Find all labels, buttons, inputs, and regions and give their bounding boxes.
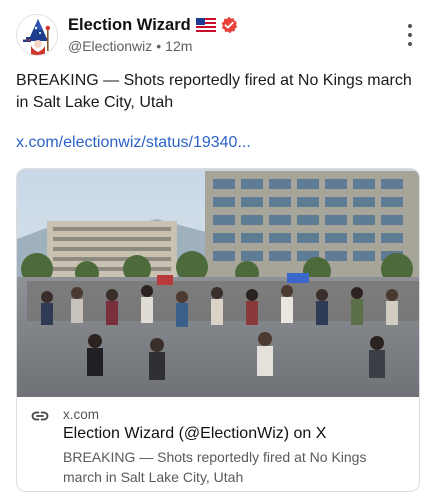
social-post: Election Wizard @Electionwiz • 12m BREAK…: [0, 0, 436, 500]
post-body: BREAKING — Shots reportedly fired at No …: [16, 72, 412, 111]
protest-march-photo[interactable]: [17, 169, 420, 397]
author-handle[interactable]: @Electionwiz: [68, 38, 152, 54]
card-description: BREAKING — Shots reportedly fired at No …: [63, 449, 367, 485]
link-icon: [31, 411, 49, 421]
link-preview-footer: x.com Election Wizard (@ElectionWiz) on …: [17, 397, 419, 491]
card-title[interactable]: Election Wizard (@ElectionWiz) on X: [63, 425, 326, 443]
verified-badge-icon: [221, 16, 237, 34]
more-dot: [408, 42, 412, 46]
author-name-row: Election Wizard: [68, 14, 238, 36]
link-preview-card[interactable]: x.com Election Wizard (@ElectionWiz) on …: [16, 168, 420, 492]
card-domain: x.com: [63, 407, 100, 422]
post-header: Election Wizard @Electionwiz • 12m: [16, 14, 420, 58]
post-meta: @Electionwiz • 12m: [68, 38, 238, 54]
wizard-logo-icon: [18, 16, 57, 55]
author-block: Election Wizard @Electionwiz • 12m: [68, 14, 238, 54]
more-dot: [408, 24, 412, 28]
us-flag-icon: [195, 18, 216, 32]
more-options-icon[interactable]: [400, 24, 420, 46]
avatar[interactable]: [16, 14, 58, 56]
meta-separator: •: [156, 38, 162, 54]
post-time[interactable]: 12m: [165, 38, 192, 54]
status-link[interactable]: x.com/electionwiz/status/19340...: [16, 132, 251, 154]
more-dot: [408, 33, 412, 37]
author-name[interactable]: Election Wizard: [68, 16, 191, 35]
